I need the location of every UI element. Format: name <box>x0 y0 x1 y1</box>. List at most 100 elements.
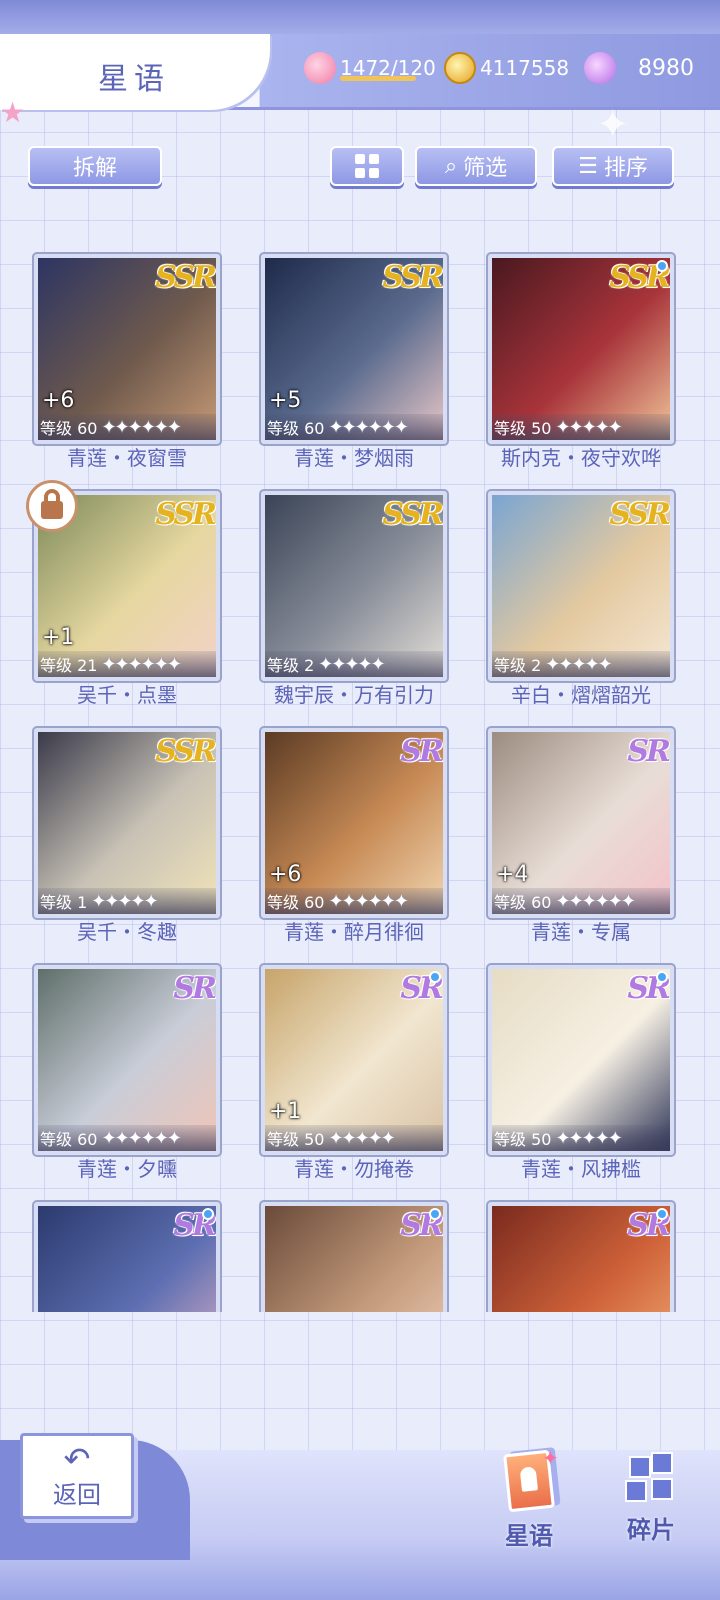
cupcake-icon <box>304 52 336 84</box>
card-level: 等级 50 <box>494 1130 552 1149</box>
card-name: 魏宇辰・万有引力 <box>274 683 434 707</box>
star-decoration: ★ <box>0 96 26 129</box>
new-indicator-dot <box>656 260 668 272</box>
nav-stars-tab[interactable]: ✦ 星语 <box>484 1446 574 1562</box>
character-card[interactable]: SR +4 等级 60 ✦✦✦✦✦✦ <box>486 726 676 920</box>
star-rating: ✦✦✦✦✦✦ <box>555 890 635 912</box>
card-info-bar: 等级 21 ✦✦✦✦✦✦ <box>38 651 216 677</box>
character-card[interactable]: SSR 等级 50 ✦✦✦✦✦ <box>486 252 676 446</box>
filter-button[interactable]: ⌕ 筛选 <box>415 146 537 186</box>
star-rating: ✦✦✦✦✦✦ <box>328 890 408 912</box>
character-card[interactable]: SR +6 等级 60 ✦✦✦✦✦✦ <box>259 726 449 920</box>
star-rating: ✦✦✦✦✦✦ <box>328 416 408 438</box>
rarity-badge: SSR <box>382 497 443 532</box>
rarity-badge: SR <box>627 734 670 769</box>
nav-fragments-tab[interactable]: 碎片 <box>606 1452 696 1562</box>
card-info-bar: 等级 50 ✦✦✦✦✦ <box>492 414 670 440</box>
card-name: 青莲・勿掩卷 <box>294 1157 414 1181</box>
enhance-count: +5 <box>269 388 302 413</box>
star-rating: ✦✦✦✦✦ <box>318 653 385 675</box>
card-name: 吴千・点墨 <box>77 683 177 707</box>
character-card[interactable]: SR <box>486 1200 676 1312</box>
swan-gem-icon <box>584 52 616 84</box>
enhance-count: +1 <box>269 1099 302 1124</box>
rarity-badge: SR <box>400 734 443 769</box>
nav-stars-label: 星语 <box>505 1522 553 1550</box>
star-rating: ✦✦✦✦✦ <box>555 1127 622 1149</box>
sort-button[interactable]: ☰ 排序 <box>552 146 674 186</box>
back-arrow-icon: ↶ <box>63 1439 91 1478</box>
character-card[interactable]: SR <box>32 1200 222 1312</box>
character-card[interactable]: SSR +5 等级 60 ✦✦✦✦✦✦ <box>259 252 449 446</box>
grid-view-button[interactable] <box>330 146 404 186</box>
card-level: 等级 1 <box>40 893 88 912</box>
card-level: 等级 2 <box>494 656 542 675</box>
gem-counter[interactable]: 8980 <box>584 48 694 88</box>
filter-label: 筛选 <box>463 156 508 181</box>
card-info-bar: 等级 60 ✦✦✦✦✦✦ <box>492 888 670 914</box>
rarity-badge: SSR <box>155 260 216 295</box>
card-level: 等级 2 <box>267 656 315 675</box>
gem-value: 8980 <box>638 55 694 81</box>
coin-counter[interactable]: 4117558 <box>444 48 569 88</box>
rarity-badge: SSR <box>609 497 670 532</box>
card-level: 等级 50 <box>494 419 552 438</box>
card-level: 等级 60 <box>40 419 98 438</box>
back-button[interactable]: ↶ 返回 <box>20 1433 134 1519</box>
new-indicator-dot <box>429 1208 441 1220</box>
card-level: 等级 60 <box>40 1130 98 1149</box>
enhance-count: +1 <box>42 625 75 650</box>
character-card[interactable]: SR <box>259 1200 449 1312</box>
card-info-bar: 等级 50 ✦✦✦✦✦ <box>492 1125 670 1151</box>
page-title: 星语 <box>98 62 170 97</box>
card-grid: SSR +6 等级 60 ✦✦✦✦✦✦ 青莲・夜窗雪 SSR +5 等级 60 ✦✦✦✦✦✦ 青莲… <box>0 250 720 1312</box>
stamina-counter[interactable]: 1472/120 <box>304 48 436 88</box>
puzzle-icon <box>625 1452 677 1504</box>
rarity-badge: SR <box>173 971 216 1006</box>
dismantle-label: 拆解 <box>72 156 117 181</box>
card-level: 等级 50 <box>267 1130 325 1149</box>
back-label: 返回 <box>53 1480 101 1509</box>
character-card[interactable]: SR +1 等级 50 ✦✦✦✦✦ <box>259 963 449 1157</box>
card-name: 斯内克・夜守欢哗 <box>501 446 661 470</box>
character-card[interactable]: SSR +6 等级 60 ✦✦✦✦✦✦ <box>32 252 222 446</box>
star-rating: ✦✦✦✦✦ <box>555 416 622 438</box>
card-name: 青莲・风拂槛 <box>521 1157 641 1181</box>
card-level: 等级 60 <box>494 893 552 912</box>
card-name: 青莲・专属 <box>531 920 631 944</box>
sparkle-decoration: ✦ <box>596 102 630 148</box>
star-rating: ✦✦✦✦✦✦ <box>101 416 181 438</box>
character-card[interactable]: SSR 等级 1 ✦✦✦✦✦ <box>32 726 222 920</box>
card-name: 吴千・冬趣 <box>77 920 177 944</box>
coin-value: 4117558 <box>480 56 570 80</box>
card-name: 辛白・熠熠韶光 <box>511 683 651 707</box>
card-level: 等级 21 <box>40 656 98 675</box>
sparkle-icon: ✦ <box>542 1446 559 1470</box>
enhance-count: +4 <box>496 862 529 887</box>
star-rating: ✦✦✦✦✦✦ <box>101 1127 181 1149</box>
card-info-bar: 等级 50 ✦✦✦✦✦ <box>265 1125 443 1151</box>
card-level: 等级 60 <box>267 419 325 438</box>
card-name: 青莲・夜窗雪 <box>67 446 187 470</box>
card-name: 青莲・夕曛 <box>77 1157 177 1181</box>
nav-fragments-label: 碎片 <box>627 1516 675 1544</box>
status-strip <box>0 0 720 38</box>
new-indicator-dot <box>656 1208 668 1220</box>
character-card[interactable]: SR 等级 60 ✦✦✦✦✦✦ <box>32 963 222 1157</box>
character-card[interactable]: SSR 等级 2 ✦✦✦✦✦ <box>486 489 676 683</box>
rarity-badge: SSR <box>155 734 216 769</box>
lock-icon[interactable] <box>26 480 78 532</box>
star-rating: ✦✦✦✦✦✦ <box>101 653 181 675</box>
character-card[interactable]: SSR 等级 2 ✦✦✦✦✦ <box>259 489 449 683</box>
star-rating: ✦✦✦✦✦ <box>91 890 158 912</box>
card-info-bar: 等级 2 ✦✦✦✦✦ <box>492 651 670 677</box>
dismantle-button[interactable]: 拆解 <box>28 146 162 186</box>
grid-icon <box>355 154 379 178</box>
stamina-bar <box>340 76 416 81</box>
card-name: 青莲・醉月徘徊 <box>284 920 424 944</box>
character-card[interactable]: SR 等级 50 ✦✦✦✦✦ <box>486 963 676 1157</box>
new-indicator-dot <box>429 971 441 983</box>
new-indicator-dot <box>202 1208 214 1220</box>
card-info-bar: 等级 2 ✦✦✦✦✦ <box>265 651 443 677</box>
sort-icon: ☰ <box>578 153 598 179</box>
